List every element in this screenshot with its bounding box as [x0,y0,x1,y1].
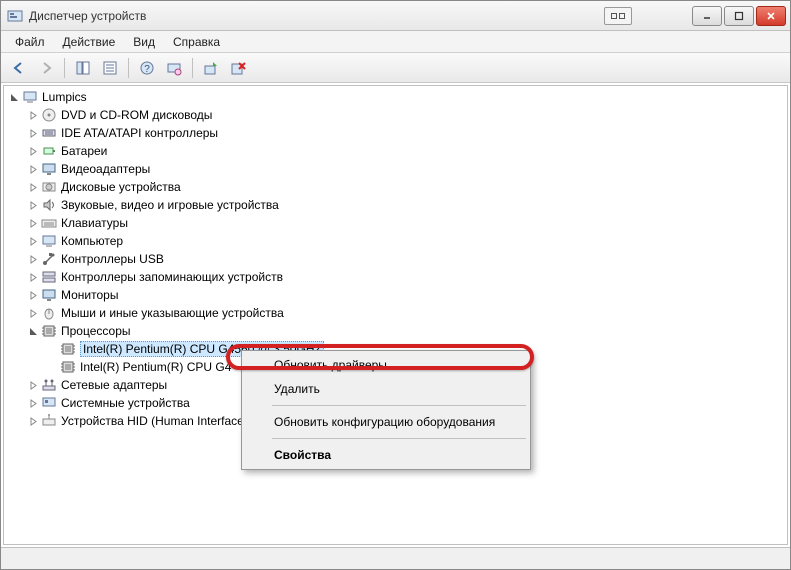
ctx-scan-hardware[interactable]: Обновить конфигурацию оборудования [244,410,528,434]
forward-button[interactable] [34,56,58,80]
expand-icon[interactable] [27,397,39,409]
minimize-button[interactable] [692,6,722,26]
expand-icon[interactable] [27,109,39,121]
disc-icon [41,107,57,123]
usb-icon [41,251,57,267]
menu-view[interactable]: Вид [125,33,163,51]
properties-button[interactable] [98,56,122,80]
toolbar: ? [1,53,790,83]
tree-category[interactable]: Батареи [4,142,787,160]
tree-node-label: Видеоадаптеры [61,162,150,176]
tree-category[interactable]: Контроллеры USB [4,250,787,268]
keyboard-icon [41,215,57,231]
mouse-icon [41,305,57,321]
tree-category[interactable]: Контроллеры запоминающих устройств [4,268,787,286]
tree-node-label: Мониторы [61,288,118,302]
tree-node-label: Контроллеры USB [61,252,164,266]
expand-icon[interactable] [27,181,39,193]
expand-icon[interactable] [27,163,39,175]
network-icon [41,377,57,393]
computer-icon [41,233,57,249]
cpu-icon [41,323,57,339]
window-aux-button[interactable] [604,7,632,25]
tree-node-label: Мыши и иные указывающие устройства [61,306,284,320]
battery-icon [41,143,57,159]
tree-category[interactable]: Видеоадаптеры [4,160,787,178]
back-button[interactable] [7,56,31,80]
expand-icon[interactable] [27,217,39,229]
expand-icon[interactable] [27,271,39,283]
svg-text:?: ? [144,64,150,75]
maximize-button[interactable] [724,6,754,26]
controller-icon [41,125,57,141]
close-button[interactable] [756,6,786,26]
tree-node-label: Процессоры [61,324,131,338]
tree-node-label: Компьютер [61,234,123,248]
tree-category[interactable]: Мыши и иные указывающие устройства [4,304,787,322]
tree-node-label: Intel(R) Pentium(R) CPU G4 [80,360,231,374]
tree-category[interactable]: Компьютер [4,232,787,250]
tree-category[interactable]: IDE ATA/ATAPI контроллеры [4,124,787,142]
statusbar [1,547,790,569]
tree-category[interactable]: Процессоры [4,322,787,340]
ctx-update-drivers[interactable]: Обновить драйверы... [244,353,528,377]
show-hide-tree-button[interactable] [71,56,95,80]
system-icon [41,395,57,411]
cpu-icon [60,341,76,357]
app-icon [7,8,23,24]
tree-category[interactable]: Звуковые, видео и игровые устройства [4,196,787,214]
menu-file[interactable]: Файл [7,33,53,51]
tree-node-label: Сетевые адаптеры [61,378,167,392]
help-button[interactable]: ? [135,56,159,80]
tree-category[interactable]: Дисковые устройства [4,178,787,196]
tree-node-label: DVD и CD-ROM дисководы [61,108,212,122]
expander-placeholder [46,361,58,373]
tree-node-label: Звуковые, видео и игровые устройства [61,198,279,212]
menu-help[interactable]: Справка [165,33,228,51]
hid-icon [41,413,57,429]
collapse-icon[interactable] [27,325,39,337]
tree-node-label: Дисковые устройства [61,180,181,194]
titlebar: Диспетчер устройств [1,1,790,31]
device-tree[interactable]: Lumpics DVD и CD-ROM дисководы IDE ATA/ATA… [3,85,788,545]
menubar: Файл Действие Вид Справка [1,31,790,53]
expand-icon[interactable] [27,235,39,247]
expand-icon[interactable] [27,127,39,139]
monitor-icon [41,287,57,303]
display-icon [41,161,57,177]
collapse-icon[interactable] [8,91,20,103]
tree-node-label: Контроллеры запоминающих устройств [61,270,283,284]
menu-action[interactable]: Действие [55,33,124,51]
tree-category[interactable]: Клавиатуры [4,214,787,232]
uninstall-button[interactable] [226,56,250,80]
ctx-delete[interactable]: Удалить [244,377,528,401]
expand-icon[interactable] [27,289,39,301]
expand-icon[interactable] [27,415,39,427]
tree-node-label: Клавиатуры [61,216,128,230]
update-driver-button[interactable] [199,56,223,80]
context-menu: Обновить драйверы... Удалить Обновить ко… [241,350,531,470]
ctx-properties[interactable]: Свойства [244,443,528,467]
storage-icon [41,269,57,285]
scan-hardware-button[interactable] [162,56,186,80]
hdd-icon [41,179,57,195]
expand-icon[interactable] [27,307,39,319]
tree-root[interactable]: Lumpics [4,88,787,106]
tree-category[interactable]: Мониторы [4,286,787,304]
expand-icon[interactable] [27,145,39,157]
expand-icon[interactable] [27,253,39,265]
expander-placeholder [46,343,58,355]
window-title: Диспетчер устройств [29,9,604,23]
expand-icon[interactable] [27,379,39,391]
expand-icon[interactable] [27,199,39,211]
tree-node-label: IDE ATA/ATAPI контроллеры [61,126,218,140]
cpu-icon [60,359,76,375]
tree-node-label: Батареи [61,144,107,158]
tree-category[interactable]: DVD и CD-ROM дисководы [4,106,787,124]
computer-root-icon [22,89,38,105]
tree-node-label: Системные устройства [61,396,190,410]
tree-node-label: Lumpics [42,90,87,104]
sound-icon [41,197,57,213]
